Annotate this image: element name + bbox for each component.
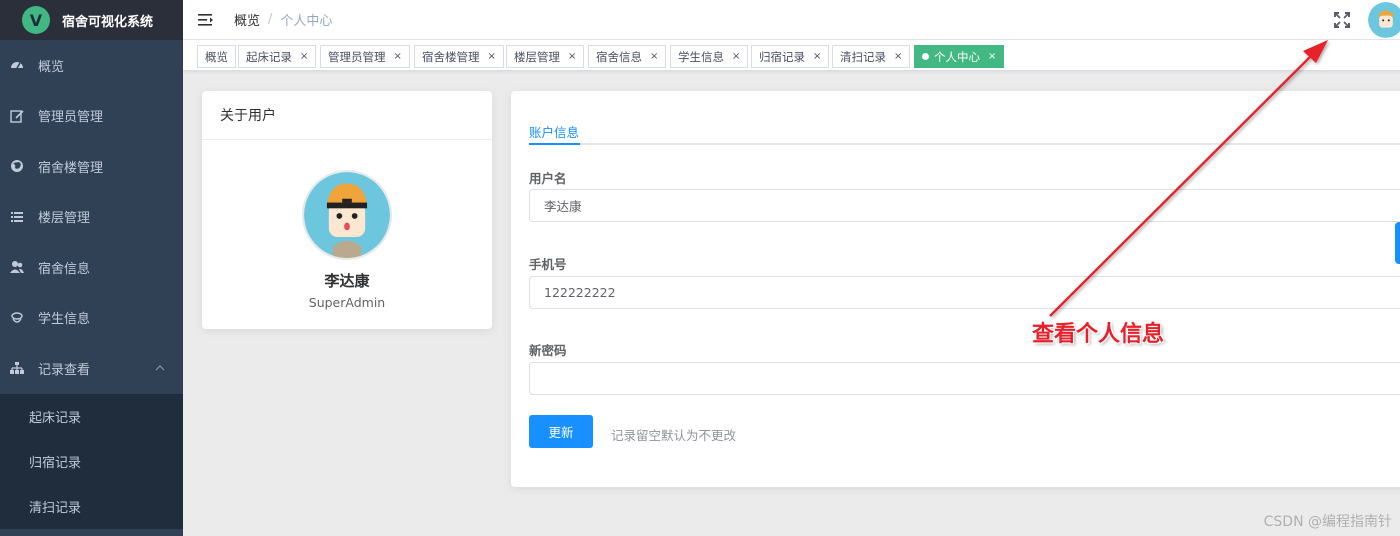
tag-floor[interactable]: 楼层管理 ×	[506, 45, 585, 68]
dashboard-icon	[10, 58, 24, 72]
app-title: 宿舍可视化系统	[62, 14, 154, 30]
close-icon[interactable]: ×	[732, 51, 740, 62]
edit-icon	[10, 109, 24, 123]
tag-label: 概览	[205, 49, 228, 64]
tag-dorm-info[interactable]: 宿舍信息 ×	[588, 45, 667, 68]
chevron-up-icon	[155, 363, 165, 374]
breadcrumb-current: 个人中心	[280, 14, 333, 29]
profile-avatar	[302, 170, 392, 260]
card-title: 关于用户	[202, 91, 492, 140]
list-icon	[10, 210, 24, 224]
close-icon[interactable]: ×	[568, 51, 576, 62]
account-tabs: 账户信息	[529, 120, 1400, 145]
tag-label: 个人中心	[934, 49, 980, 64]
watermark: CSDN @编程指南针	[1263, 514, 1392, 530]
tag-overview[interactable]: 概览	[197, 45, 236, 68]
tag-label: 管理员管理	[328, 49, 386, 64]
records-submenu: 起床记录 归宿记录 清扫记录	[0, 393, 183, 529]
tree-icon	[10, 361, 24, 375]
profile-name: 李达康	[324, 272, 370, 290]
sidebar-item-label: 记录查看	[38, 362, 91, 378]
password-label: 新密码	[529, 343, 567, 358]
sidebar-item-label: 管理员管理	[38, 110, 104, 126]
tag-label: 学生信息	[678, 49, 724, 64]
close-icon[interactable]: ×	[988, 51, 996, 62]
sidebar-item-dorm[interactable]: 宿舍信息	[0, 242, 183, 293]
sidebar: V 宿舍可视化系统 概览 管理员管理 宿舍楼管理 楼层管理 宿舍信息 学生信息 …	[0, 0, 183, 536]
tag-wakeup-records[interactable]: 起床记录 ×	[238, 45, 317, 68]
peoples-icon	[10, 260, 24, 274]
hamburger-icon[interactable]	[198, 13, 214, 27]
user-avatar[interactable]	[1368, 2, 1400, 38]
tag-label: 楼层管理	[514, 49, 560, 64]
new-password-field[interactable]	[529, 362, 1400, 395]
tag-return-records[interactable]: 归宿记录 ×	[751, 45, 830, 68]
tag-admin[interactable]: 管理员管理 ×	[320, 45, 410, 68]
tag-profile-active[interactable]: 个人中心 ×	[914, 45, 1005, 68]
close-icon[interactable]: ×	[300, 51, 308, 62]
settings-drawer-handle[interactable]	[1395, 222, 1400, 264]
student-icon	[10, 311, 24, 325]
update-hint: 记录留空默认为不更改	[611, 428, 737, 443]
sidebar-item-floor[interactable]: 楼层管理	[0, 192, 183, 243]
sidebar-item-label: 宿舍信息	[38, 261, 91, 277]
username-value: 李达康	[544, 199, 582, 214]
sidebar-subitem-wakeup[interactable]: 起床记录	[0, 394, 183, 439]
breadcrumb-separator: /	[268, 12, 273, 27]
phone-label: 手机号	[529, 257, 567, 272]
sidebar-item-label: 宿舍楼管理	[38, 160, 104, 176]
fullscreen-icon[interactable]	[1332, 10, 1352, 30]
close-icon[interactable]: ×	[394, 51, 402, 62]
tag-label: 宿舍楼管理	[422, 49, 480, 64]
sidebar-item-building[interactable]: 宿舍楼管理	[0, 141, 183, 192]
app-logo[interactable]: V 宿舍可视化系统	[0, 0, 183, 40]
close-icon[interactable]: ×	[650, 51, 658, 62]
phone-field[interactable]: 122222222	[529, 276, 1400, 309]
close-icon[interactable]: ×	[488, 51, 496, 62]
sidebar-item-overview[interactable]: 概览	[0, 40, 183, 91]
globe-icon	[10, 159, 24, 173]
breadcrumb: 概览 / 个人中心	[234, 10, 332, 29]
phone-value: 122222222	[544, 285, 616, 300]
tag-cleaning-records[interactable]: 清扫记录 ×	[832, 45, 911, 68]
username-field[interactable]: 李达康	[529, 189, 1400, 222]
tag-label: 清扫记录	[840, 49, 886, 64]
sidebar-subitem-cleaning[interactable]: 清扫记录	[0, 484, 183, 529]
sidebar-item-records[interactable]: 记录查看	[0, 343, 183, 394]
profile-role: SuperAdmin	[308, 295, 386, 310]
account-card: 账户信息 用户名 李达康 手机号 122222222 新密码 更新 记录留空默认…	[511, 91, 1400, 487]
sidebar-menu: 概览 管理员管理 宿舍楼管理 楼层管理 宿舍信息 学生信息 记录查看	[0, 40, 183, 394]
sidebar-item-admin[interactable]: 管理员管理	[0, 91, 183, 142]
sidebar-item-student[interactable]: 学生信息	[0, 293, 183, 344]
update-button[interactable]: 更新	[529, 415, 593, 448]
close-icon[interactable]: ×	[894, 51, 902, 62]
username-label: 用户名	[529, 171, 567, 186]
tag-label: 起床记录	[246, 49, 292, 64]
tags-view: 概览 起床记录 × 管理员管理 × 宿舍楼管理 × 楼层管理 × 宿舍信息 × …	[183, 40, 1400, 71]
active-dot-icon	[922, 53, 929, 60]
tab-account-info[interactable]: 账户信息	[529, 120, 581, 145]
navbar: 概览 / 个人中心	[183, 0, 1400, 40]
breadcrumb-home[interactable]: 概览	[234, 10, 260, 29]
tag-building[interactable]: 宿舍楼管理 ×	[414, 45, 504, 68]
tag-student-info[interactable]: 学生信息 ×	[670, 45, 749, 68]
tag-label: 宿舍信息	[596, 49, 642, 64]
vue-logo-icon: V	[22, 6, 50, 34]
tag-label: 归宿记录	[759, 49, 805, 64]
sidebar-item-label: 概览	[38, 59, 65, 75]
close-icon[interactable]: ×	[813, 51, 821, 62]
sidebar-item-label: 学生信息	[38, 312, 91, 328]
about-user-card: 关于用户 李达康 SuperAdmin	[202, 91, 492, 329]
sidebar-item-label: 楼层管理	[38, 211, 91, 227]
annotation-label: 查看个人信息	[1032, 322, 1165, 347]
sidebar-subitem-return[interactable]: 归宿记录	[0, 439, 183, 484]
